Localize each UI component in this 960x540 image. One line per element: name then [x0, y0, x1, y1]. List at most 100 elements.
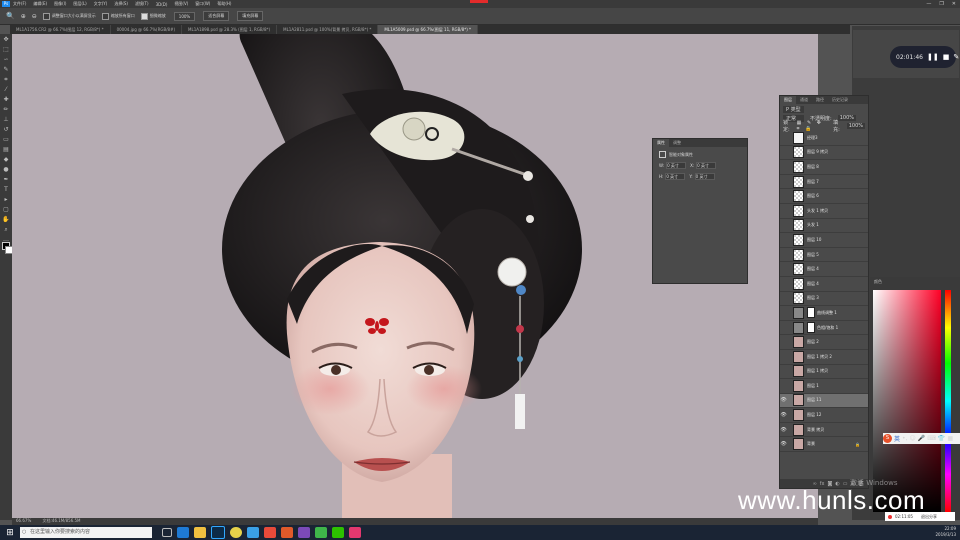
app-icon[interactable] [298, 527, 310, 538]
layer-row[interactable]: 👁 背景 🔒 [780, 437, 868, 453]
app-icon[interactable] [349, 527, 361, 538]
checkbox-icon[interactable] [42, 12, 50, 20]
punct-icon[interactable]: •, [902, 435, 907, 442]
height-field[interactable]: 0 英寸 [665, 173, 686, 180]
stop-icon[interactable]: ■ [943, 53, 950, 61]
hand-tool-icon[interactable]: ✋ [2, 216, 10, 223]
edge-icon[interactable] [177, 527, 189, 538]
sogou-logo-icon[interactable]: S [883, 434, 892, 443]
tab-history[interactable]: 历史记录 [828, 96, 852, 104]
layer-row[interactable]: 图层 4 [780, 262, 868, 277]
menu-view[interactable]: 视图(V) [174, 1, 188, 7]
layer-mask-thumbnail[interactable] [807, 322, 815, 334]
menu-window[interactable]: 窗口(W) [195, 1, 210, 7]
layer-row[interactable]: 图层 9 拷贝 [780, 146, 868, 161]
stop-share-button[interactable]: 退出分享 [921, 514, 937, 520]
zoom-tool-icon[interactable]: ⌕ [2, 226, 10, 233]
minimize-icon[interactable]: — [926, 1, 931, 7]
menu-help[interactable]: 帮助(H) [217, 1, 231, 7]
layer-row[interactable]: 曲线调整 1 [780, 306, 868, 321]
photoshop-taskbar-icon[interactable] [211, 526, 225, 539]
layer-row[interactable]: 色相/饱和 1 [780, 321, 868, 336]
tab-properties[interactable]: 属性 [653, 139, 669, 147]
layer-row[interactable]: 👁 图层 11 [780, 393, 868, 409]
layer-row[interactable]: 图层 10 [780, 233, 868, 248]
app-icon[interactable] [315, 527, 327, 538]
hue-slider[interactable] [945, 290, 951, 512]
file-explorer-icon[interactable] [194, 527, 206, 538]
layer-row[interactable]: 头发 1 拷贝 [780, 204, 868, 219]
layer-row[interactable]: 图层 3 [780, 292, 868, 307]
app-icon[interactable] [247, 527, 259, 538]
zoom-all-windows-option[interactable]: 缩放所有窗口 [101, 12, 135, 20]
menu-image[interactable]: 图像(I) [54, 1, 66, 7]
tab-document-active[interactable]: ML1A5009.psd @ 66.7%(图层 11, RGB/8*) * [378, 25, 479, 34]
wechat-icon[interactable] [332, 527, 344, 538]
eyedropper-tool-icon[interactable]: ⁄ [2, 86, 10, 93]
layer-row[interactable]: 图层 5 [780, 248, 868, 263]
menu-filter[interactable]: 滤镜(T) [135, 1, 149, 7]
app-icon[interactable] [230, 527, 242, 538]
brush-tool-icon[interactable]: ✏ [2, 106, 10, 113]
layer-row[interactable]: 图层 2 [780, 335, 868, 350]
tab-document[interactable]: ML1A2811.psd @ 100%(背景 拷贝, RGB/8*) * [277, 25, 379, 34]
healing-brush-icon[interactable]: ✚ [2, 96, 10, 103]
layer-row[interactable]: 图层 1 拷贝 2 [780, 350, 868, 365]
layer-row[interactable]: 👁 背景 拷贝 [780, 423, 868, 438]
y-field[interactable]: 0 英寸 [694, 173, 715, 180]
layer-row[interactable]: 👁 图层 12 [780, 408, 868, 423]
mic-icon[interactable]: 🎤 [918, 435, 925, 442]
clone-stamp-icon[interactable]: ⊥ [2, 116, 10, 123]
crop-tool-icon[interactable]: ⌗ [2, 76, 10, 83]
tab-channels[interactable]: 通道 [796, 96, 812, 104]
move-tool-icon[interactable]: ✥ [2, 36, 10, 43]
layer-row[interactable]: 图层 6 [780, 189, 868, 204]
x-field[interactable]: 0 英寸 [696, 162, 717, 169]
app-icon[interactable] [264, 527, 276, 538]
app-icon[interactable] [281, 527, 293, 538]
task-view-icon[interactable] [162, 528, 172, 537]
checkbox-checked-icon[interactable] [140, 12, 148, 20]
width-field[interactable]: 0 英寸 [666, 162, 687, 169]
quick-select-tool-icon[interactable]: ✎ [2, 66, 10, 73]
eye-icon[interactable]: 👁 [780, 412, 787, 418]
scrubby-zoom-option[interactable]: 细微缩放 [140, 12, 166, 20]
pen-tool-icon[interactable]: ✒ [2, 176, 10, 183]
layer-row[interactable]: 经理3 [780, 131, 868, 146]
tab-adjustments[interactable]: 调整 [669, 139, 685, 147]
eye-icon[interactable]: 👁 [780, 427, 787, 433]
fit-screen-button[interactable]: 适合屏幕 [203, 11, 230, 21]
layer-kind-filter[interactable]: P 类型 [783, 105, 804, 113]
history-brush-icon[interactable]: ↺ [2, 126, 10, 133]
toolbox-icon[interactable]: ▦ [947, 435, 953, 442]
pause-icon[interactable]: ❚❚ [927, 53, 939, 61]
menu-select[interactable]: 选择(S) [114, 1, 128, 7]
marquee-tool-icon[interactable]: ⬚ [2, 46, 10, 53]
menu-3d[interactable]: 3D(D) [156, 2, 168, 7]
menu-file[interactable]: 文件(F) [13, 1, 26, 7]
eraser-tool-icon[interactable]: ▭ [2, 136, 10, 143]
eye-icon[interactable]: 👁 [780, 397, 787, 403]
windows-start-icon[interactable]: ⊞ [4, 527, 16, 539]
gradient-tool-icon[interactable]: ▤ [2, 146, 10, 153]
shape-tool-icon[interactable]: ▢ [2, 206, 10, 213]
layer-row[interactable]: 图层 4 [780, 277, 868, 292]
tab-document[interactable]: ML1A1756.CR2 @ 66.7%(图层 12, RGB/8*) * [10, 25, 111, 34]
layer-row[interactable]: 头发 1 [780, 219, 868, 234]
layer-row[interactable]: 图层 8 [780, 160, 868, 175]
fill-field[interactable]: 100% [846, 123, 865, 129]
emoji-icon[interactable]: ☺ [909, 435, 915, 442]
zoom-tool-icon[interactable]: 🔍 [6, 12, 15, 20]
maximize-icon[interactable]: ❐ [939, 1, 943, 7]
system-tray-clock[interactable]: 22:09 2019/3/13 [935, 526, 956, 538]
dodge-tool-icon[interactable]: ● [2, 166, 10, 173]
resize-window-option[interactable]: 调整窗口大小以满屏显示 [42, 12, 96, 20]
zoom-level[interactable]: 66.67% [16, 518, 31, 523]
zoom-100-button[interactable]: 100% [173, 11, 196, 21]
pen-icon[interactable]: ✎ [953, 53, 959, 61]
taskbar-search-input[interactable]: 在这里输入你要搜索的内容 [20, 527, 152, 538]
zoom-in-icon[interactable]: ⊕ [21, 13, 26, 20]
layer-mask-thumbnail[interactable] [807, 307, 815, 319]
type-tool-icon[interactable]: T [2, 186, 10, 193]
tab-color[interactable]: 颜色 [874, 279, 956, 285]
